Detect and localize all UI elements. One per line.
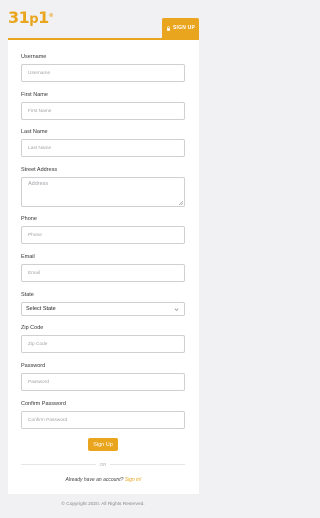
logo-text-main: 31	[8, 8, 30, 27]
zip-code-label: Zip Code	[21, 325, 44, 331]
first-name-input[interactable]: First Name	[21, 102, 185, 120]
zip-code-input[interactable]: Zip Code	[21, 335, 185, 353]
phone-placeholder: Phone	[28, 232, 42, 238]
last-name-placeholder: Last Name	[28, 145, 52, 151]
password-label: Password	[21, 363, 46, 369]
first-name-label: First Name	[21, 92, 48, 98]
or-text: OR	[99, 461, 107, 467]
email-placeholder: Email	[28, 270, 40, 276]
copyright-text: © Copyright 2020. All Rights Reserved.	[61, 502, 145, 507]
lock-icon	[167, 25, 171, 31]
resize-handle-icon[interactable]	[179, 201, 183, 205]
street-address-label: Street Address	[21, 167, 58, 173]
state-select[interactable]: Select State	[21, 302, 185, 316]
first-name-placeholder: First Name	[28, 108, 52, 114]
logo-text-one: 1	[38, 8, 49, 27]
email-label: Email	[21, 254, 35, 260]
have-account-label: Already have an account?	[65, 477, 124, 483]
state-label: State	[21, 292, 34, 298]
signup-tab-label: SIGN UP	[173, 25, 195, 31]
last-name-label: Last Name	[21, 129, 48, 135]
chevron-down-icon	[174, 308, 179, 311]
have-account-text: Already have an account? Sign in!	[8, 477, 199, 483]
password-placeholder: Password	[28, 379, 50, 385]
divider-line-left	[21, 463, 96, 465]
logo-text-p: p	[29, 12, 39, 27]
confirm-password-placeholder: Confirm Password	[28, 417, 68, 423]
email-input[interactable]: Email	[21, 264, 185, 282]
brand-logo[interactable]: 31p1®	[8, 8, 54, 28]
divider-line-right	[110, 463, 185, 465]
phone-label: Phone	[21, 216, 37, 222]
confirm-password-label: Confirm Password	[21, 401, 66, 407]
signup-tab[interactable]: SIGN UP	[162, 18, 199, 38]
username-label: Username	[21, 54, 47, 60]
logo-registered-mark: ®	[48, 13, 54, 19]
confirm-password-input[interactable]: Confirm Password	[21, 411, 185, 429]
username-placeholder: Username	[28, 70, 51, 76]
password-input[interactable]: Password	[21, 373, 185, 391]
username-input[interactable]: Username	[21, 64, 185, 82]
phone-input[interactable]: Phone	[21, 226, 185, 244]
or-divider: OR	[21, 460, 185, 468]
signin-link[interactable]: Sign in!	[125, 477, 142, 483]
last-name-input[interactable]: Last Name	[21, 139, 185, 157]
signup-button[interactable]: Sign Up	[88, 438, 118, 451]
state-select-value: Select State	[26, 306, 56, 312]
street-address-placeholder: Address	[28, 181, 49, 187]
zip-code-placeholder: Zip Code	[28, 341, 48, 347]
signup-form-card: Username Username First Name First Name …	[8, 38, 199, 494]
street-address-textarea[interactable]: Address	[21, 177, 185, 207]
